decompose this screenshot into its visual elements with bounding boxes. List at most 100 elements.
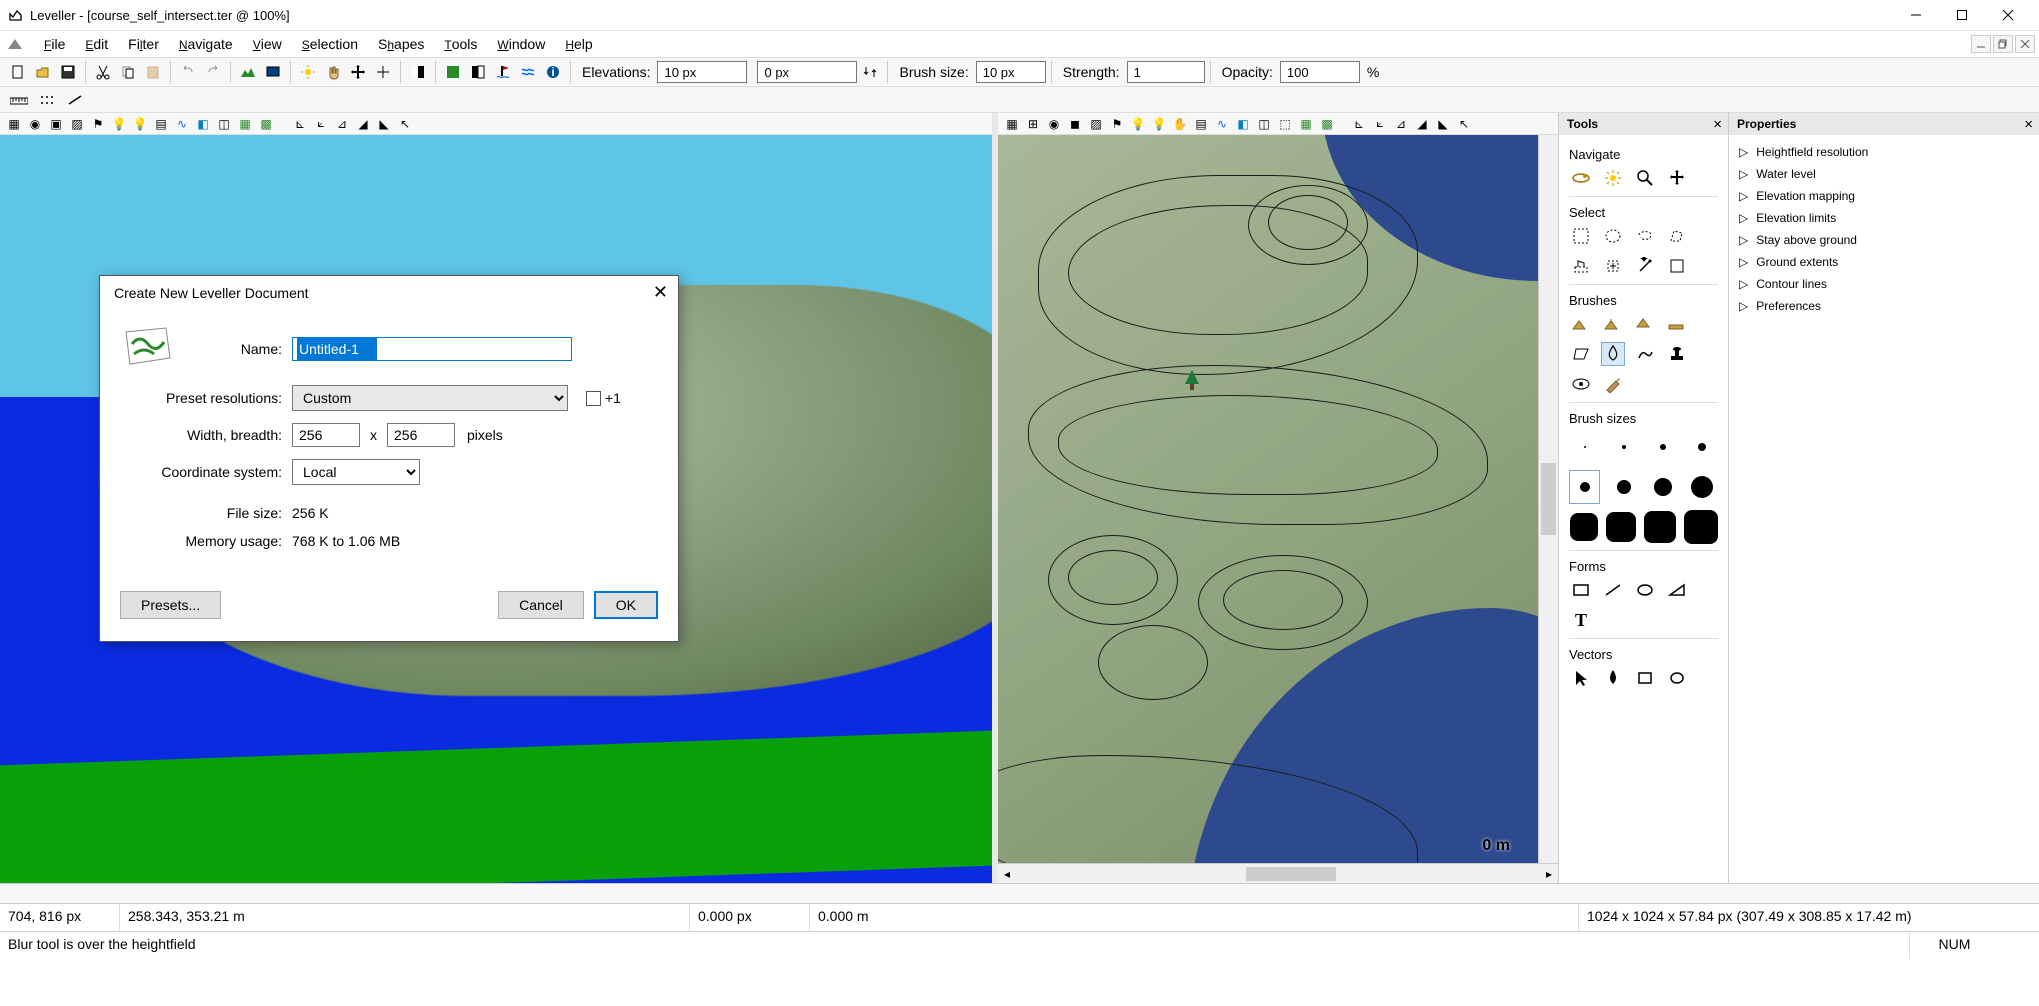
props-panel-close[interactable]: × bbox=[2024, 116, 2033, 133]
ruler-icon[interactable] bbox=[8, 90, 30, 110]
cube2-icon[interactable]: ◧ bbox=[1233, 115, 1253, 133]
orbit-icon[interactable] bbox=[1569, 166, 1593, 190]
dots-icon[interactable] bbox=[36, 90, 58, 110]
swap-elev-icon[interactable] bbox=[858, 60, 882, 84]
plus1-checkbox[interactable] bbox=[586, 391, 601, 406]
prop-heightfield[interactable]: ▷Heightfield resolution bbox=[1739, 141, 2029, 163]
sq1-icon[interactable]: ◫ bbox=[214, 115, 234, 133]
brush-10px[interactable] bbox=[1569, 470, 1600, 504]
info-icon[interactable]: i bbox=[541, 60, 565, 84]
flag2-icon[interactable]: ⚑ bbox=[1107, 115, 1127, 133]
sun-icon[interactable] bbox=[1601, 166, 1625, 190]
flag-icon[interactable]: ⚑ bbox=[88, 115, 108, 133]
cut-icon[interactable] bbox=[91, 60, 115, 84]
breadth-input[interactable] bbox=[387, 423, 455, 447]
blur-icon[interactable] bbox=[1601, 342, 1625, 366]
view2d-canvas[interactable]: 0 m bbox=[998, 135, 1538, 863]
vector-pen-icon[interactable] bbox=[1601, 666, 1625, 690]
angle5-icon[interactable]: ◣ bbox=[374, 115, 394, 133]
prop-elevlimits[interactable]: ▷Elevation limits bbox=[1739, 207, 2029, 229]
eye-icon[interactable] bbox=[1569, 372, 1593, 396]
form-text-icon[interactable]: T bbox=[1569, 608, 1593, 632]
crosshair-icon[interactable] bbox=[371, 60, 395, 84]
ang-a-icon[interactable]: ⊾ bbox=[1349, 115, 1369, 133]
select-brush-icon[interactable] bbox=[1569, 254, 1593, 278]
g1-icon[interactable]: ▦ bbox=[1296, 115, 1316, 133]
stamp-icon[interactable] bbox=[1665, 342, 1689, 366]
brush-22px[interactable] bbox=[1687, 470, 1718, 504]
elevation-high-input[interactable] bbox=[657, 61, 747, 83]
copy-icon[interactable] bbox=[116, 60, 140, 84]
hand-icon[interactable] bbox=[321, 60, 345, 84]
erase-icon[interactable] bbox=[1569, 342, 1593, 366]
brush-4px[interactable] bbox=[1687, 430, 1718, 464]
sqd-icon[interactable]: ◫ bbox=[1254, 115, 1274, 133]
check2-icon[interactable]: ▨ bbox=[1086, 115, 1106, 133]
sel-rect-icon[interactable]: ⬚ bbox=[1275, 115, 1295, 133]
brush-14px[interactable] bbox=[1608, 470, 1639, 504]
angle2-icon[interactable]: ⟀ bbox=[311, 115, 331, 133]
ok-button[interactable]: OK bbox=[594, 591, 658, 619]
brush-2px[interactable] bbox=[1608, 430, 1639, 464]
form-rect-icon[interactable] bbox=[1569, 578, 1593, 602]
layers-icon[interactable]: ▤ bbox=[151, 115, 171, 133]
checker-icon[interactable]: ▨ bbox=[67, 115, 87, 133]
clip-icon[interactable]: ▣ bbox=[46, 115, 66, 133]
close-button[interactable] bbox=[1985, 0, 2031, 30]
sq2-icon[interactable]: ▦ bbox=[235, 115, 255, 133]
select-rect-icon[interactable] bbox=[1569, 224, 1593, 248]
g2-icon[interactable]: ▩ bbox=[1317, 115, 1337, 133]
hand2-icon[interactable]: ✋ bbox=[1170, 115, 1190, 133]
bulb2y-icon[interactable]: 💡 bbox=[1128, 115, 1148, 133]
menu-tools[interactable]: Tools bbox=[434, 33, 487, 55]
move-icon[interactable] bbox=[346, 60, 370, 84]
pan-icon[interactable] bbox=[1665, 166, 1689, 190]
angle1-icon[interactable]: ⊾ bbox=[290, 115, 310, 133]
layers2-icon[interactable]: ▤ bbox=[1191, 115, 1211, 133]
wave-small-icon[interactable]: ∿ bbox=[172, 115, 192, 133]
select-ellipse-icon[interactable] bbox=[1601, 224, 1625, 248]
target-icon[interactable]: ◉ bbox=[25, 115, 45, 133]
angle3-icon[interactable]: ⊿ bbox=[332, 115, 352, 133]
prop-ground[interactable]: ▷Ground extents bbox=[1739, 251, 2029, 273]
waves-icon[interactable] bbox=[516, 60, 540, 84]
grid-icon[interactable]: ▦ bbox=[4, 115, 24, 133]
brush-30px[interactable] bbox=[1606, 510, 1636, 544]
menu-view[interactable]: View bbox=[243, 33, 292, 55]
ang-e-icon[interactable]: ◣ bbox=[1433, 115, 1453, 133]
brush-28px[interactable] bbox=[1569, 510, 1598, 544]
form-line-icon[interactable] bbox=[1601, 578, 1625, 602]
hscrollbar[interactable]: ◂ ▸ bbox=[998, 863, 1558, 883]
ang-d-icon[interactable]: ◢ bbox=[1412, 115, 1432, 133]
open-icon[interactable] bbox=[31, 60, 55, 84]
vscrollbar[interactable] bbox=[1538, 135, 1558, 863]
prop-water[interactable]: ▷Water level bbox=[1739, 163, 2029, 185]
bulb2-icon[interactable]: 💡 bbox=[1149, 115, 1169, 133]
presets-button[interactable]: Presets... bbox=[120, 591, 221, 619]
pointer2-icon[interactable]: ↖ bbox=[395, 115, 415, 133]
prop-stayabove[interactable]: ▷Stay above ground bbox=[1739, 229, 2029, 251]
lasso-icon[interactable] bbox=[1633, 224, 1657, 248]
vector-pointer-icon[interactable] bbox=[1569, 666, 1593, 690]
mdi-minimize[interactable] bbox=[1971, 35, 1991, 53]
cube-icon[interactable]: ◧ bbox=[193, 115, 213, 133]
elevation-low-input[interactable] bbox=[757, 61, 857, 83]
name-input[interactable] bbox=[292, 337, 572, 361]
angle4-icon[interactable]: ◢ bbox=[353, 115, 373, 133]
ang-c-icon[interactable]: ⊿ bbox=[1391, 115, 1411, 133]
minimize-button[interactable] bbox=[1893, 0, 1939, 30]
brush-32px[interactable] bbox=[1644, 510, 1676, 544]
terrain-icon[interactable] bbox=[236, 60, 260, 84]
menu-shapes[interactable]: Shapes bbox=[368, 33, 434, 55]
width-input[interactable] bbox=[292, 423, 360, 447]
new-icon[interactable] bbox=[6, 60, 30, 84]
select-expand-icon[interactable] bbox=[1601, 254, 1625, 278]
mdi-restore[interactable] bbox=[1993, 35, 2013, 53]
form-triangle-icon[interactable] bbox=[1665, 578, 1689, 602]
paste-icon[interactable] bbox=[141, 60, 165, 84]
water-flag-icon[interactable] bbox=[491, 60, 515, 84]
maximize-button[interactable] bbox=[1939, 0, 1985, 30]
cancel-button[interactable]: Cancel bbox=[498, 591, 584, 619]
menu-help[interactable]: Help bbox=[555, 33, 602, 55]
wand-icon[interactable]: ✦ bbox=[1633, 254, 1657, 278]
